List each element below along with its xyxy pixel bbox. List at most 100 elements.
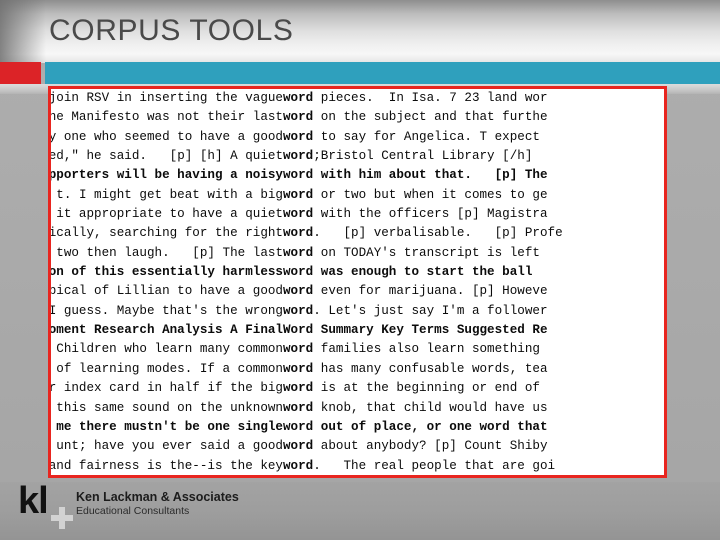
concordance-right-context: pieces. In Isa. 7 23 land wor — [313, 91, 548, 105]
concordance-left-context: me there mustn't be one single — [51, 418, 283, 437]
kl-logo: kl — [18, 482, 76, 530]
concordance-right-context: knob, that child would have us — [313, 400, 548, 415]
concordance-line: it appropriate to have a quiet word with… — [51, 205, 664, 224]
footer-company-name: Ken Lackman & Associates — [76, 490, 239, 504]
concordance-left-context: join RSV in inserting the vague — [51, 89, 283, 108]
concordance-line: y one who seemed to have a good word to … — [51, 128, 664, 147]
concordance-left-context: ne Manifesto was not their last — [51, 108, 283, 127]
concordance-left-context: pical of Lillian to have a good — [51, 282, 283, 301]
concordance-right-context: on the subject and that furthe — [313, 110, 548, 125]
concordance-keyword: word — [283, 245, 314, 260]
concordance-right-context: with him about that. [p] The — [313, 168, 548, 183]
concordance-right-context: even for marijuana. [p] Howeve — [313, 284, 548, 299]
concordance-right-context: . The real people that are goi — [313, 458, 556, 473]
concordance-left-text: ted," he said. [p] [h] A quiet — [51, 149, 283, 164]
concordance-keyword: word — [283, 458, 314, 473]
concordance-left-text: join RSV in inserting the vague — [51, 91, 283, 105]
concordance-line: pical of Lillian to have a good word eve… — [51, 282, 664, 301]
concordance-right-context: . [p] verbalisable. [p] Profe — [313, 226, 563, 241]
concordance-left-text: pical of Lillian to have a good — [51, 284, 283, 299]
concordance-line: me there mustn't be one single word out … — [51, 418, 664, 437]
concordance-keyword: word — [283, 207, 314, 222]
concordance-line: r index card in half if the big word is … — [51, 379, 664, 398]
page-title: CORPUS TOOLS — [49, 14, 294, 47]
concordance-keyword: word — [283, 149, 314, 164]
concordance-right-context: Summary Key Terms Suggested Re — [313, 323, 548, 338]
concordance-keyword: word — [283, 361, 314, 376]
concordance-left-context: it appropriate to have a quiet — [51, 205, 283, 224]
accent-bar-red — [0, 62, 41, 84]
concordance-left-text: y one who seemed to have a good — [51, 129, 283, 144]
concordance-right-context: families also learn something — [313, 342, 540, 357]
concordance-keyword: word — [283, 110, 314, 125]
concordance-left-context: t. I might get beat with a big — [51, 186, 283, 205]
concordance-left-text: ically, searching for the right — [51, 226, 283, 241]
concordance-left-text: pporters will be having a noisy — [51, 168, 283, 183]
concordance-left-text: I guess. Maybe that's the wrong — [51, 303, 283, 318]
concordance-right-context: on TODAY's transcript is left — [313, 245, 540, 260]
concordance-line: pporters will be having a noisy word wit… — [51, 166, 664, 185]
concordance-keyword: word — [283, 265, 314, 280]
concordance-left-context: unt; have you ever said a good — [51, 437, 283, 456]
concordance-left-text: oment Research Analysis A Final — [51, 323, 283, 338]
concordance-keyword: word — [283, 439, 314, 454]
concordance-keyword: word — [283, 168, 314, 183]
concordance-line: t. I might get beat with a big word or t… — [51, 186, 664, 205]
concordance-keyword: word — [283, 129, 314, 144]
concordance-left-context: e two then laugh. [p] The last — [51, 244, 283, 263]
concordance-right-context: out of place, or one word that — [313, 419, 548, 434]
concordance-left-text: and fairness is the--is the key — [51, 458, 283, 473]
concordance-line: on of this essentially harmless word was… — [51, 263, 664, 282]
concordance-line-list: join RSV in inserting the vague word pie… — [51, 89, 664, 475]
concordance-left-context: r index card in half if the big — [51, 379, 283, 398]
accent-bar-teal — [45, 62, 720, 84]
concordance-left-context: on of this essentially harmless — [51, 263, 283, 282]
concordance-right-context: was enough to start the ball — [313, 265, 533, 280]
concordance-left-context: y one who seemed to have a good — [51, 128, 283, 147]
concordance-left-context: ically, searching for the right — [51, 224, 283, 243]
concordance-left-text: e two then laugh. [p] The last — [56, 245, 283, 260]
concordance-keyword: word — [283, 91, 314, 105]
concordance-keyword: Word — [283, 323, 314, 338]
concordance-line: this same sound on the unknown word knob… — [51, 399, 664, 418]
concordance-keyword: word — [283, 400, 314, 415]
concordance-line: ne Manifesto was not their last word on … — [51, 108, 664, 127]
concordance-line: Children who learn many common word fami… — [51, 340, 664, 359]
concordance-right-context: . Let's just say I'm a follower — [313, 303, 548, 318]
concordance-right-context: about anybody? [p] Count Shiby — [313, 439, 548, 454]
concordance-left-context: pporters will be having a noisy — [51, 166, 283, 185]
concordance-right-context: with the officers [p] Magistra — [313, 207, 548, 222]
concordance-left-text: t. I might get beat with a big — [56, 187, 283, 202]
concordance-line: ically, searching for the right word. [p… — [51, 224, 664, 243]
concordance-keyword: word — [283, 342, 314, 357]
concordance-left-context: of learning modes. If a common — [51, 360, 283, 379]
concordance-left-text: of learning modes. If a common — [56, 361, 283, 376]
concordance-left-context: this same sound on the unknown — [51, 399, 283, 418]
concordance-left-text: unt; have you ever said a good — [56, 439, 283, 454]
concordance-line: I guess. Maybe that's the wrong word. Le… — [51, 302, 664, 321]
concordance-line: of learning modes. If a common word has … — [51, 360, 664, 379]
concordance-left-text: on of this essentially harmless — [51, 265, 283, 280]
concordance-right-context: to say for Angelica. T expect — [313, 129, 540, 144]
concordance-keyword: word — [283, 303, 314, 318]
concordance-line: unt; have you ever said a good word abou… — [51, 437, 664, 456]
logo-plus-icon-vertical — [59, 507, 65, 529]
logo-text: kl — [18, 480, 49, 522]
concordance-right-context: is at the beginning or end of — [313, 381, 540, 396]
concordance-left-text: ne Manifesto was not their last — [51, 110, 283, 125]
concordance-right-context: ;Bristol Central Library [/h] — [313, 149, 533, 164]
concordance-left-context: ted," he said. [p] [h] A quiet — [51, 147, 283, 166]
concordance-left-text: r index card in half if the big — [51, 381, 283, 396]
concordance-left-context: oment Research Analysis A Final — [51, 321, 283, 340]
concordance-left-context: and fairness is the--is the key — [51, 457, 283, 475]
concordance-left-text: Children who learn many common — [56, 342, 283, 357]
concordance-left-context: I guess. Maybe that's the wrong — [51, 302, 283, 321]
concordance-left-text: it appropriate to have a quiet — [56, 207, 283, 222]
concordance-keyword: word — [283, 187, 314, 202]
concordance-line: oment Research Analysis A Final Word Sum… — [51, 321, 664, 340]
concordance-line: e two then laugh. [p] The last word on T… — [51, 244, 664, 263]
concordance-line: join RSV in inserting the vague word pie… — [51, 89, 664, 108]
concordance-panel: join RSV in inserting the vague word pie… — [48, 86, 667, 478]
concordance-keyword: word — [283, 284, 314, 299]
concordance-right-context: has many confusable words, tea — [313, 361, 548, 376]
